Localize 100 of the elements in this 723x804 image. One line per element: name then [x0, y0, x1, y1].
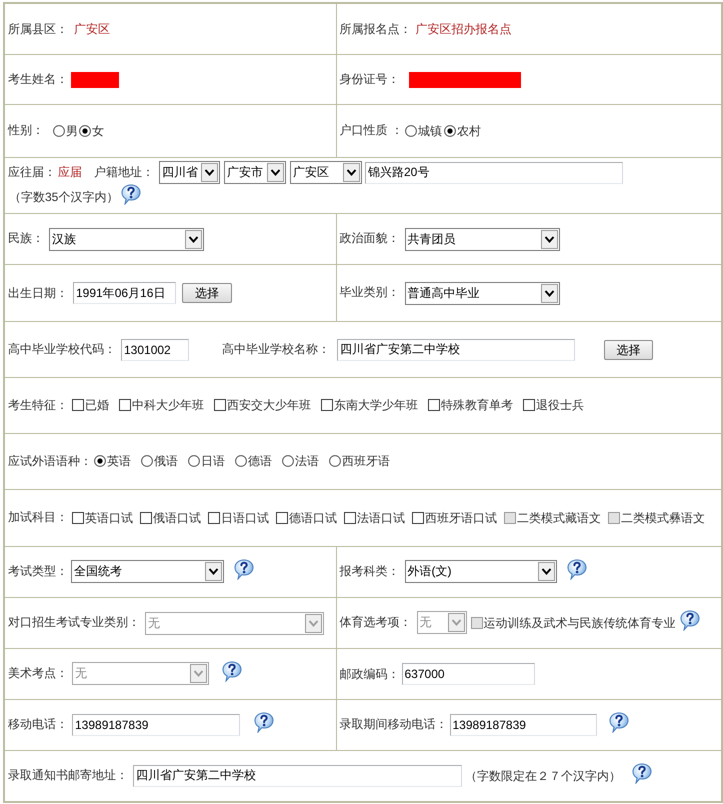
field-label: 邮政编码： — [340, 666, 400, 680]
field-label: 高中毕业学校名称： — [222, 342, 330, 356]
text-input[interactable]: 13989187839 — [450, 714, 596, 736]
radio-button[interactable] — [235, 455, 247, 468]
radio-button[interactable] — [444, 124, 456, 137]
field-label: 性别： — [8, 123, 44, 138]
field-value: 广安区 — [74, 22, 110, 36]
checkbox[interactable] — [523, 399, 535, 412]
option-label: 女 — [92, 122, 104, 140]
help-icon[interactable] — [608, 712, 628, 732]
dropdown[interactable]: 汉族 — [49, 228, 204, 251]
radio-button[interactable] — [94, 455, 106, 468]
field-label: 考生姓名： — [8, 72, 68, 86]
radio-button[interactable] — [141, 455, 153, 468]
help-icon[interactable] — [566, 558, 586, 580]
help-icon[interactable] — [222, 660, 242, 682]
checkbox[interactable] — [214, 399, 226, 412]
dropdown[interactable]: 普通高中毕业 — [404, 282, 560, 305]
text-input[interactable]: 四川省广安第二中学校 — [133, 764, 462, 787]
choose-button[interactable]: 选择 — [604, 340, 653, 360]
option-label: 西安交大少年班 — [227, 397, 311, 414]
field-label: 户口性质 ： — [340, 123, 403, 138]
field-label: 身份证号： — [340, 72, 400, 86]
option-label: 日语口试 — [221, 510, 269, 527]
redaction-block — [71, 72, 119, 88]
option-label: 西班牙语口试 — [425, 510, 497, 527]
field-label: 高中毕业学校代码： — [8, 342, 116, 356]
field-label: 录取期间移动电话： — [340, 716, 448, 731]
option-label: 中科大少年班 — [132, 397, 204, 414]
field-value: 广安区招办报名点 — [416, 22, 512, 36]
option-label: 俄语 — [154, 453, 178, 470]
radio-button[interactable] — [79, 124, 91, 137]
radio-button[interactable] — [404, 124, 417, 137]
field-label: 考试类型： — [8, 564, 68, 578]
option-label: 英语口试 — [85, 510, 133, 527]
help-icon[interactable] — [632, 762, 652, 784]
field-label: 毕业类别： — [340, 285, 400, 300]
checkbox[interactable] — [119, 399, 131, 412]
field-label: 加试科目： — [8, 510, 68, 524]
dropdown[interactable]: 外语(文) — [404, 560, 556, 583]
option-label: 俄语口试 — [153, 510, 201, 527]
option-label: 德语 — [248, 453, 272, 470]
help-icon[interactable] — [121, 184, 142, 206]
dropdown[interactable]: 四川省 — [159, 161, 220, 184]
option-label: 法语 — [295, 453, 319, 470]
field-label: 移动电话： — [8, 716, 68, 731]
radio-button[interactable] — [282, 455, 294, 468]
dropdown[interactable]: 共青团员 — [404, 228, 560, 251]
help-icon[interactable] — [234, 558, 254, 580]
choose-button[interactable]: 选择 — [182, 283, 232, 304]
field-value: 应届 — [58, 164, 82, 179]
checkbox[interactable] — [321, 399, 333, 412]
option-label: 德语口试 — [289, 510, 337, 527]
option-label: 东南大学少年班 — [334, 397, 418, 414]
hint-text: （字数35个汉字内） — [9, 189, 118, 206]
dropdown[interactable]: 广安市 — [224, 161, 286, 184]
text-input[interactable]: 13989187839 — [72, 714, 240, 736]
field-label: 报考科类： — [340, 564, 400, 578]
checkbox[interactable] — [208, 512, 220, 524]
text-input[interactable]: 四川省广安第二中学校 — [337, 338, 575, 361]
text-input[interactable]: 637000 — [402, 663, 534, 686]
dropdown[interactable]: 全国统考 — [71, 560, 224, 583]
text-input[interactable]: 锦兴路20号 — [365, 162, 623, 184]
text-input[interactable]: 1301002 — [121, 338, 189, 361]
option-label: 日语 — [201, 453, 225, 470]
option-label: 西班牙语 — [342, 453, 390, 470]
option-label: 二类模式藏语文 — [517, 510, 601, 527]
hint-text: （字数限定在２７个汉字内） — [465, 768, 621, 785]
checkbox[interactable] — [72, 399, 84, 412]
help-icon[interactable] — [254, 712, 274, 732]
field-label: 所属报名点： — [340, 22, 412, 36]
checkbox[interactable] — [276, 512, 288, 524]
option-label: 运动训练及武术与民族传统体育专业 — [484, 614, 676, 632]
option-label: 城镇 — [418, 122, 442, 140]
option-label: 农村 — [456, 122, 481, 140]
checkbox[interactable] — [344, 512, 356, 524]
option-label: 退役士兵 — [536, 397, 584, 414]
radio-button[interactable] — [188, 455, 200, 468]
field-label: 体育选考项： — [340, 614, 412, 629]
checkbox[interactable] — [140, 512, 152, 524]
field-label: 应往届： — [8, 164, 56, 179]
field-label: 民族： — [8, 231, 44, 246]
option-label: 二类模式彝语文 — [621, 510, 705, 527]
option-label: 英语 — [107, 453, 131, 470]
field-label: 美术考点： — [8, 666, 68, 680]
field-label: 录取通知书邮寄地址： — [8, 768, 128, 782]
help-icon[interactable] — [680, 610, 700, 630]
field-label: 所属县区： — [8, 22, 68, 36]
checkbox[interactable] — [428, 399, 440, 412]
radio-button[interactable] — [53, 124, 65, 137]
field-label: 政治面貌： — [340, 231, 400, 246]
checkbox[interactable] — [412, 512, 424, 524]
option-label: 特殊教育单考 — [441, 397, 513, 414]
option-label: 已婚 — [85, 397, 109, 414]
checkbox[interactable] — [72, 512, 84, 524]
text-input[interactable]: 1991年06月16日 — [73, 282, 176, 304]
dropdown[interactable]: 广安区 — [290, 161, 362, 184]
field-label: 应试外语语种： — [8, 454, 92, 468]
field-label: 出生日期： — [8, 286, 68, 300]
radio-button[interactable] — [329, 455, 341, 468]
